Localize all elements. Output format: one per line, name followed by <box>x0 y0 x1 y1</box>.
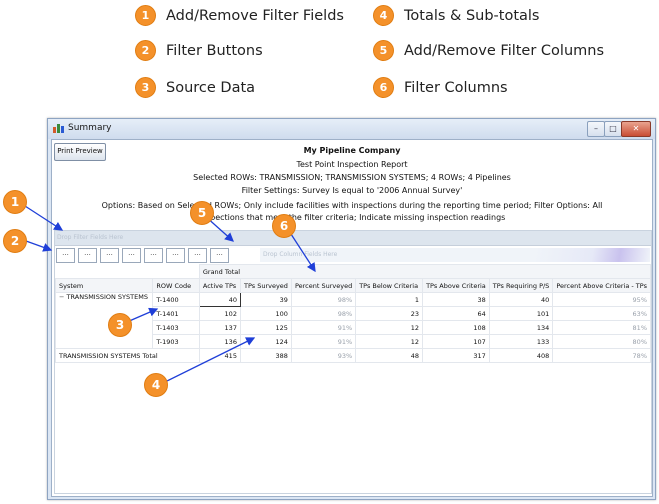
callout-arrow-4 <box>164 337 256 383</box>
callout-badge-1: 1 <box>3 190 27 214</box>
callout-arrow-2 <box>25 240 53 252</box>
callout-arrow-1 <box>24 205 64 231</box>
callout-badge-2: 2 <box>3 229 27 253</box>
callout-badge-5: 5 <box>190 201 214 225</box>
callout-arrow-6 <box>288 230 316 273</box>
callout-arrow-3 <box>126 307 159 323</box>
callout-badge-3: 3 <box>108 313 132 337</box>
callout-badge-4: 4 <box>144 373 168 397</box>
callout-arrows <box>24 205 316 383</box>
callout-badge-6: 6 <box>272 214 296 238</box>
